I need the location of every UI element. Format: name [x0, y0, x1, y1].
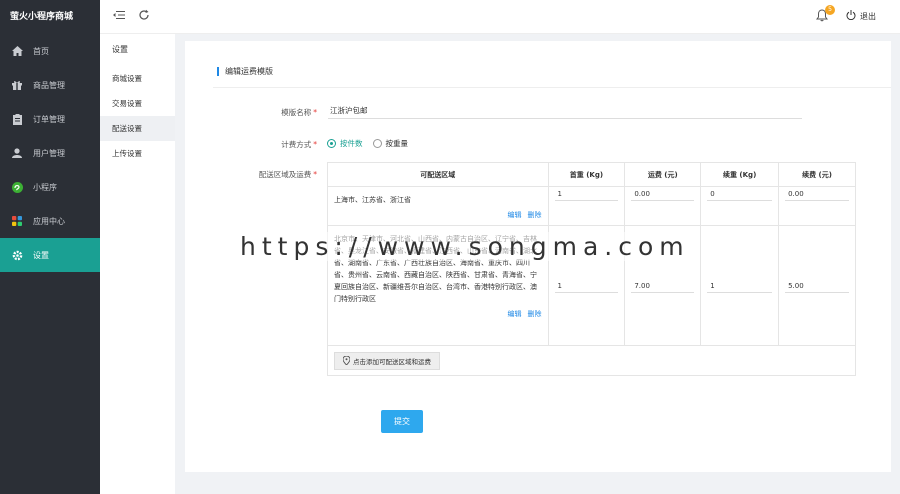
- add-region-button[interactable]: 点击添加可配送区域和运费: [334, 351, 440, 370]
- billing-by-piece-radio[interactable]: 按件数: [327, 138, 363, 149]
- fee-cell: 0.00: [624, 186, 702, 226]
- sidebar-item-goods[interactable]: 商品管理: [0, 68, 100, 102]
- column-header-fee: 运费 (元): [624, 162, 702, 187]
- radio-circle: [372, 139, 382, 148]
- subnav-title: 设置: [112, 45, 128, 54]
- clipboard-icon: [11, 113, 23, 125]
- first-weight-cell: 1: [547, 225, 626, 346]
- extra-weight-input[interactable]: 1: [707, 279, 773, 293]
- miniapp-icon: [11, 181, 23, 193]
- first-weight-cell: 1: [547, 186, 626, 226]
- template-name-label-text: 模版名称: [281, 108, 312, 117]
- logout-label: 退出: [860, 11, 876, 21]
- topbar: 5 退出: [100, 0, 900, 34]
- region-fee-label: 配送区域及运费 *: [258, 170, 317, 179]
- subnav-item-upload-settings[interactable]: 上传设置: [100, 141, 175, 166]
- power-icon: [846, 10, 856, 22]
- extra-fee-input[interactable]: 5.00: [785, 279, 849, 293]
- sidebar-item-label: 设置: [33, 250, 49, 260]
- sidebar-item-miniapp[interactable]: 小程序: [0, 170, 100, 204]
- table-header-row: 可配送区域 首重 (Kg) 运费 (元) 续重 (Kg) 续费 (元): [327, 162, 856, 187]
- subnav-item-delivery-settings[interactable]: 配送设置: [100, 116, 175, 141]
- settings-subnav: 设置 商城设置 交易设置 配送设置 上传设置: [100, 34, 175, 494]
- fee-input[interactable]: 7.00: [631, 279, 695, 293]
- subnav-item-trade-settings[interactable]: 交易设置: [100, 91, 175, 116]
- table-row: 北京市、天津市、河北省、山西省、内蒙古自治区、辽宁省、吉林省、黑龙江省、安徽省、…: [327, 225, 856, 346]
- app-logo-title: 萤火小程序商城: [10, 12, 74, 22]
- column-header-extra-weight: 续重 (Kg): [700, 162, 780, 187]
- gear-icon: [11, 249, 23, 261]
- divider: [213, 87, 891, 88]
- billing-method-label: 计费方式 *: [281, 140, 317, 149]
- delete-link[interactable]: 删除: [528, 310, 542, 318]
- apps-icon: [11, 215, 23, 227]
- location-pin-icon: [343, 356, 350, 365]
- radio-circle: [327, 139, 336, 148]
- extra-fee-cell: 0.00: [778, 186, 856, 226]
- logout-button[interactable]: 退出: [846, 10, 876, 22]
- edit-link[interactable]: 编辑: [508, 211, 522, 219]
- sidebar-item-label: 小程序: [33, 182, 57, 192]
- edit-link[interactable]: 编辑: [508, 310, 522, 318]
- column-header-first-weight: 首重 (Kg): [547, 162, 626, 187]
- template-name-input[interactable]: 江浙沪包邮: [328, 104, 802, 119]
- column-header-extra-fee: 续费 (元): [778, 162, 856, 187]
- extra-fee-input[interactable]: 0.00: [785, 187, 849, 201]
- column-header-regions: 可配送区域: [327, 162, 549, 187]
- edit-shipping-template-card: 编辑运费模版 模版名称 * 江浙沪包邮 计费方式 * 按件数 按重量 配送区域及运费…: [185, 41, 891, 472]
- refresh-icon[interactable]: [138, 9, 152, 23]
- region-cell: 北京市、天津市、河北省、山西省、内蒙古自治区、辽宁省、吉林省、黑龙江省、安徽省、…: [327, 225, 549, 346]
- extra-weight-cell: 0: [700, 186, 780, 226]
- first-weight-input[interactable]: 1: [554, 279, 619, 293]
- gift-icon: [11, 79, 23, 91]
- fee-input[interactable]: 0.00: [631, 187, 695, 201]
- submit-button[interactable]: 提交: [381, 410, 423, 433]
- region-list: 北京市、天津市、河北省、山西省、内蒙古自治区、辽宁省、吉林省、黑龙江省、安徽省、…: [334, 235, 537, 303]
- subnav-item-store-settings[interactable]: 商城设置: [100, 66, 175, 91]
- billing-method-group: 按件数 按重量: [327, 138, 418, 149]
- sidebar-item-orders[interactable]: 订单管理: [0, 102, 100, 136]
- table-row: 上海市、江苏省、浙江省 编辑 删除 1 0.00 0 0.00: [327, 186, 856, 226]
- page-title: 编辑运费模版: [217, 67, 273, 76]
- sidebar-item-label: 订单管理: [33, 114, 65, 124]
- sidebar-item-label: 商品管理: [33, 80, 65, 90]
- template-name-label: 模版名称 *: [281, 108, 317, 117]
- home-icon: [11, 45, 23, 57]
- sidebar-item-users[interactable]: 用户管理: [0, 136, 100, 170]
- table-footer-row: 点击添加可配送区域和运费: [327, 345, 856, 376]
- sidebar-item-label: 应用中心: [33, 216, 65, 226]
- sidebar-item-label: 用户管理: [33, 148, 65, 158]
- shipping-region-table: 可配送区域 首重 (Kg) 运费 (元) 续重 (Kg) 续费 (元) 上海市、…: [327, 162, 856, 376]
- radio-label: 按件数: [340, 139, 363, 148]
- sidebar-item-settings[interactable]: 设置: [0, 238, 100, 272]
- delete-link[interactable]: 删除: [528, 211, 542, 219]
- region-cell: 上海市、江苏省、浙江省 编辑 删除: [327, 186, 549, 226]
- sidebar-item-apps[interactable]: 应用中心: [0, 204, 100, 238]
- notification-bell-icon[interactable]: 5: [816, 5, 835, 23]
- extra-weight-cell: 1: [700, 225, 780, 346]
- sidebar-item-label: 首页: [33, 46, 49, 56]
- collapse-menu-icon[interactable]: [113, 9, 127, 23]
- extra-weight-input[interactable]: 0: [707, 187, 773, 201]
- billing-by-weight-radio[interactable]: 按重量: [372, 138, 409, 149]
- region-list: 上海市、江苏省、浙江省: [334, 196, 411, 204]
- fee-cell: 7.00: [624, 225, 702, 346]
- first-weight-input[interactable]: 1: [554, 187, 619, 201]
- extra-fee-cell: 5.00: [778, 225, 856, 346]
- add-region-label: 点击添加可配送区域和运费: [353, 357, 431, 366]
- notification-badge: 5: [825, 5, 835, 15]
- radio-label: 按重量: [385, 139, 409, 148]
- billing-method-label-text: 计费方式: [281, 140, 312, 149]
- sidebar-item-home[interactable]: 首页: [0, 34, 100, 68]
- region-fee-label-text: 配送区域及运费: [258, 170, 312, 179]
- add-region-cell: 点击添加可配送区域和运费: [327, 345, 856, 376]
- user-icon: [11, 147, 23, 159]
- sidebar: 萤火小程序商城 首页 商品管理 订单管理 用户管理 小程序 应用中心 设置: [0, 0, 100, 494]
